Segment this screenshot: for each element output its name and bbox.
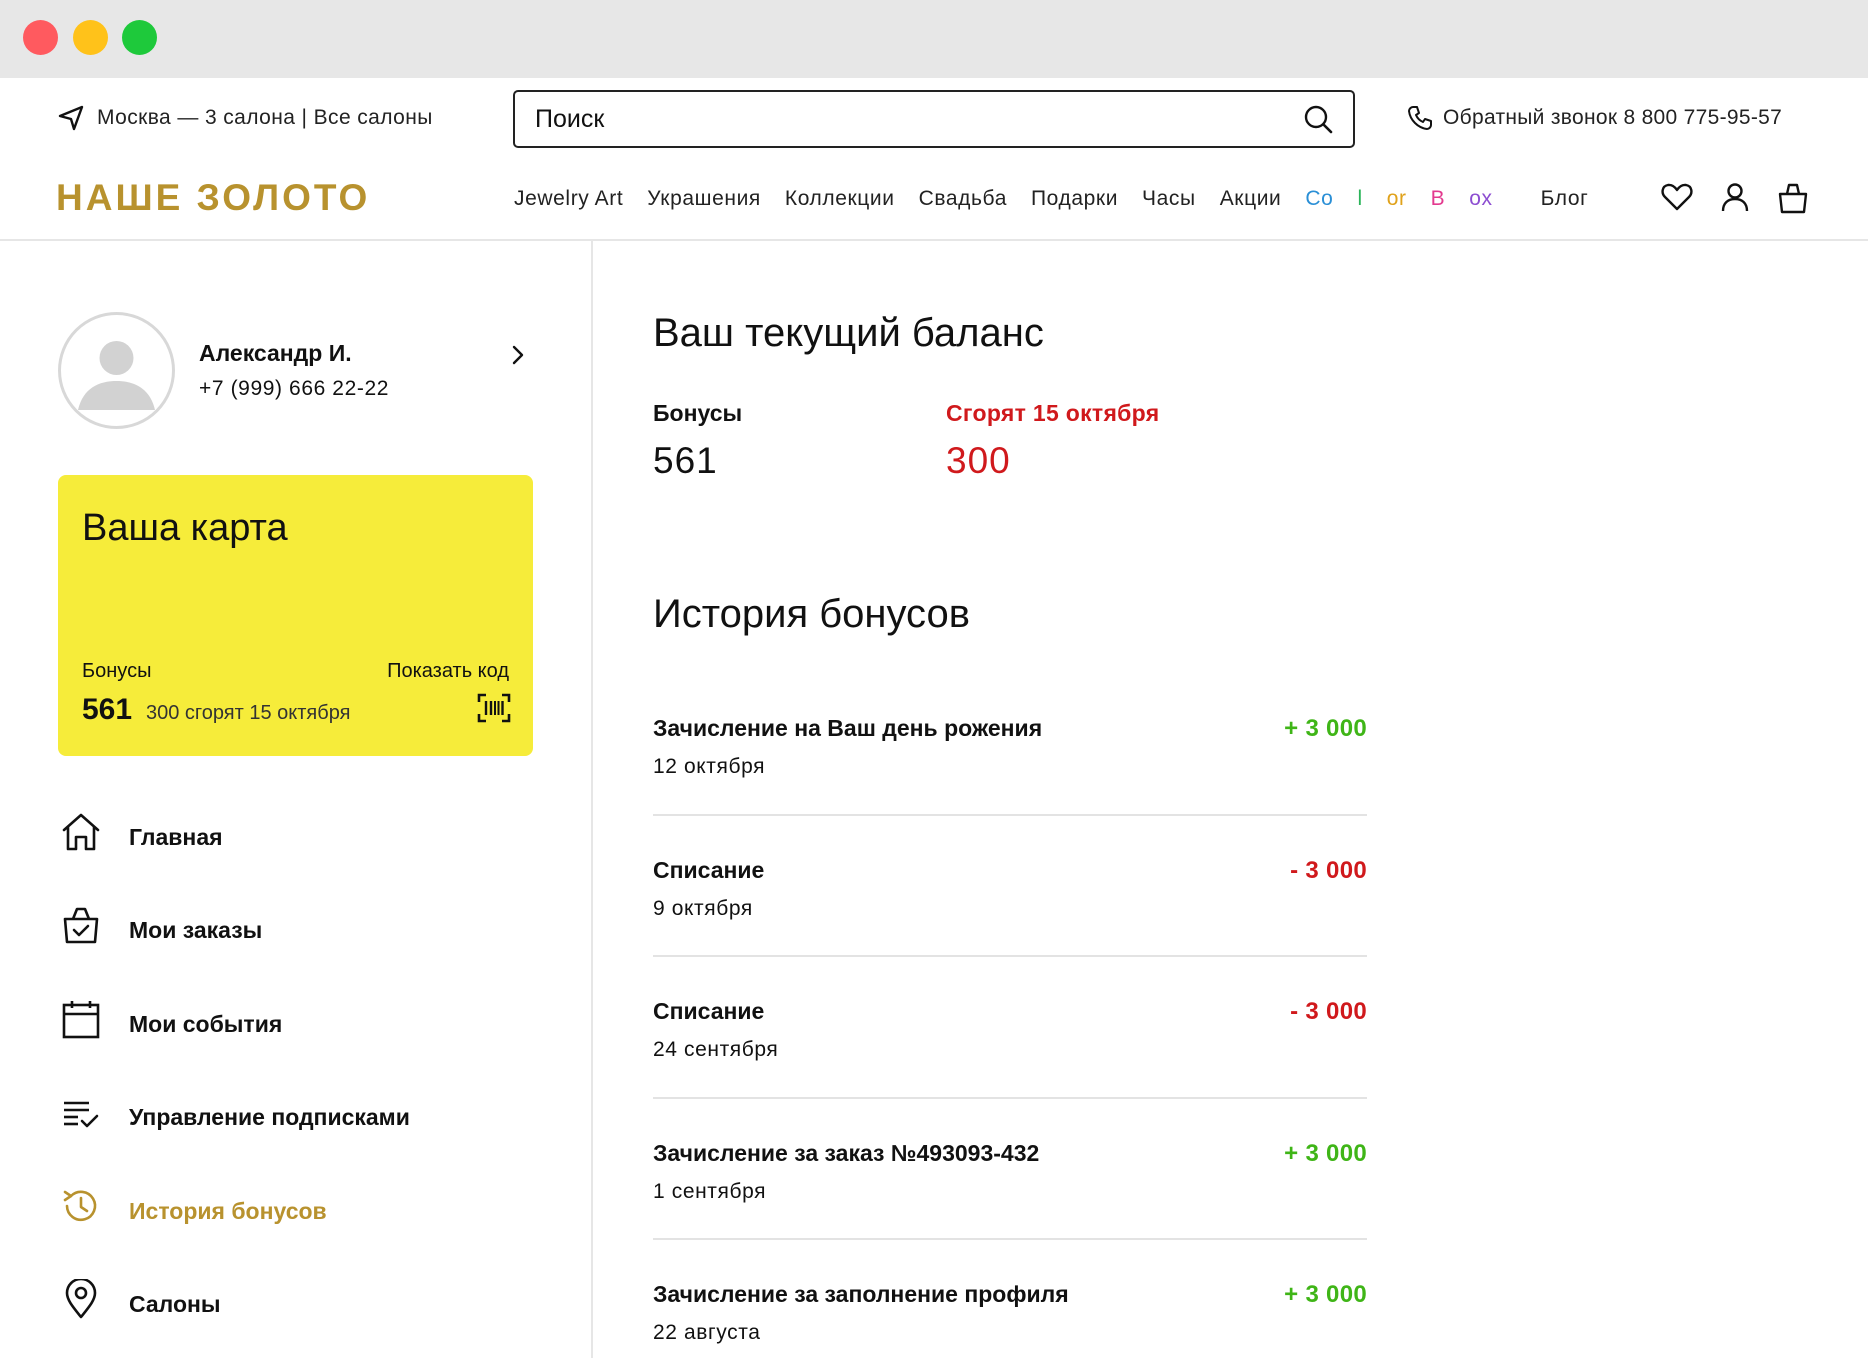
browser-chrome <box>0 0 1868 78</box>
card-bonus-value: 561 <box>82 693 133 726</box>
menu-item-subscriptions[interactable]: Управление подписками <box>58 1092 534 1185</box>
callback-link[interactable]: Обратный звонок 8 800 775-95-57 <box>1407 105 1782 131</box>
card-expire-text: 300 сгорят 15 октября <box>146 702 351 724</box>
nav-wedding[interactable]: Свадьба <box>919 187 1007 211</box>
menu-item-events[interactable]: Мои события <box>58 999 534 1092</box>
menu-item-home[interactable]: Главная <box>58 812 534 905</box>
site-header: Москва — 3 салона | Все салоны Обратный … <box>0 78 1868 241</box>
list-item: Списание 24 сентября - 3 000 <box>653 957 1367 1099</box>
profile-summary[interactable]: Александр И. +7 (999) 666 22-22 <box>58 312 534 430</box>
history-item-amount: + 3 000 <box>1284 715 1367 742</box>
search-input[interactable] <box>535 104 1303 134</box>
history-item-amount: + 3 000 <box>1284 1281 1367 1308</box>
home-icon <box>62 813 100 851</box>
location-selector[interactable]: Москва — 3 салона | Все салоны <box>57 105 433 131</box>
menu-item-label: Мои заказы <box>129 917 263 944</box>
user-icon[interactable] <box>1720 182 1750 212</box>
search-icon[interactable] <box>1303 104 1333 134</box>
nav-gifts[interactable]: Подарки <box>1031 187 1118 211</box>
menu-item-orders[interactable]: Мои заказы <box>58 905 534 998</box>
map-pin-icon <box>65 1278 97 1319</box>
window-maximize-button[interactable] <box>122 20 157 55</box>
navigation-arrow-icon <box>58 105 84 131</box>
history-item-date: 24 сентября <box>653 1038 779 1061</box>
history-item-date: 9 октября <box>653 896 753 920</box>
balance-expire-label: Сгорят 15 октября <box>946 400 1160 426</box>
menu-item-label: История бонусов <box>129 1197 327 1224</box>
header-actions <box>1661 182 1809 214</box>
menu-item-label: Главная <box>129 824 223 850</box>
list-item: Зачисление за заказ №493093-432 1 сентяб… <box>653 1099 1367 1240</box>
history-item-title: Зачисление за заполнение профиля <box>653 1281 1069 1307</box>
balance-expire-value: 300 <box>946 440 1011 481</box>
nav-watches[interactable]: Часы <box>1142 187 1196 211</box>
menu-item-bonus-history[interactable]: История бонусов <box>58 1186 534 1279</box>
calendar-icon <box>62 1000 100 1039</box>
menu-item-label: Салоны <box>129 1290 221 1317</box>
bag-icon[interactable] <box>1777 182 1809 214</box>
history-title: История бонусов <box>653 592 970 636</box>
menu-item-label: Управление подписками <box>129 1104 410 1131</box>
nav-promotions[interactable]: Акции <box>1220 187 1282 211</box>
window-minimize-button[interactable] <box>73 20 108 55</box>
nav-jewelry-art[interactable]: Jewelry Art <box>514 187 623 211</box>
callback-text[interactable]: Обратный звонок 8 800 775-95-57 <box>1443 106 1782 130</box>
history-item-date: 22 августа <box>653 1321 761 1344</box>
location-separator: | <box>295 106 314 129</box>
list-item: Зачисление на Ваш день рожения 12 октябр… <box>653 674 1367 816</box>
nav-collections[interactable]: Коллекции <box>785 187 895 211</box>
history-item-amount: - 3 000 <box>1290 856 1367 884</box>
shopping-bag-check-icon <box>63 908 99 944</box>
balance-title: Ваш текущий баланс <box>653 311 1044 355</box>
profile-name: Александр И. <box>199 340 352 366</box>
nav-jewelry[interactable]: Украшения <box>647 187 761 211</box>
history-item-title: Зачисление на Ваш день рожения <box>653 715 1043 741</box>
list-item: Зачисление за заполнение профиля 22 авгу… <box>653 1240 1367 1358</box>
window-close-button[interactable] <box>23 20 58 55</box>
history-item-date: 12 октября <box>653 755 766 778</box>
history-item-amount: + 3 000 <box>1284 1139 1367 1167</box>
history-item-date: 1 сентября <box>653 1179 767 1203</box>
profile-phone: +7 (999) 666 22-22 <box>199 377 390 400</box>
history-item-title: Списание <box>653 856 765 883</box>
nav-blog[interactable]: Блог <box>1541 187 1589 211</box>
account-menu: Главная Мои заказы Мои события Управлени… <box>58 812 534 1358</box>
phone-icon <box>1408 106 1432 130</box>
history-icon <box>63 1190 97 1221</box>
layout-divider <box>591 241 593 1358</box>
menu-item-label: Мои события <box>129 1010 283 1037</box>
loyalty-card: Ваша карта Бонусы Показать код 561 300 с… <box>58 475 533 756</box>
all-salons-link[interactable]: Все салоны <box>314 106 433 130</box>
heart-icon[interactable] <box>1661 182 1693 212</box>
site-logo[interactable]: НАШЕ ЗОЛОТО <box>56 177 370 219</box>
history-item-amount: - 3 000 <box>1290 998 1367 1025</box>
chevron-right-icon[interactable] <box>510 344 526 366</box>
show-code-button[interactable]: Показать код <box>387 660 509 683</box>
barcode-scan-icon[interactable] <box>477 693 511 723</box>
avatar[interactable] <box>58 312 175 429</box>
location-city[interactable]: Москва — 3 салона <box>97 106 295 130</box>
list-item: Списание 9 октября - 3 000 <box>653 816 1367 957</box>
nav-colorbox[interactable]: Co l or Box <box>1305 187 1516 211</box>
card-bonus-label: Бонусы <box>82 660 152 682</box>
balance-bonus-label: Бонусы <box>653 400 743 426</box>
main-nav: Jewelry Art Украшения Коллекции Свадьба … <box>514 187 1612 211</box>
search-box[interactable] <box>513 90 1355 148</box>
balance-bonus-value: 561 <box>653 440 718 481</box>
bonus-history-list: Зачисление на Ваш день рожения 12 октябр… <box>653 674 1367 1358</box>
menu-item-salons[interactable]: Салоны <box>58 1278 534 1358</box>
list-check-icon <box>64 1101 99 1128</box>
history-item-title: Списание <box>653 998 765 1024</box>
card-title: Ваша карта <box>82 507 288 549</box>
default-avatar-icon <box>78 341 155 410</box>
history-item-title: Зачисление за заказ №493093-432 <box>653 1139 1040 1166</box>
